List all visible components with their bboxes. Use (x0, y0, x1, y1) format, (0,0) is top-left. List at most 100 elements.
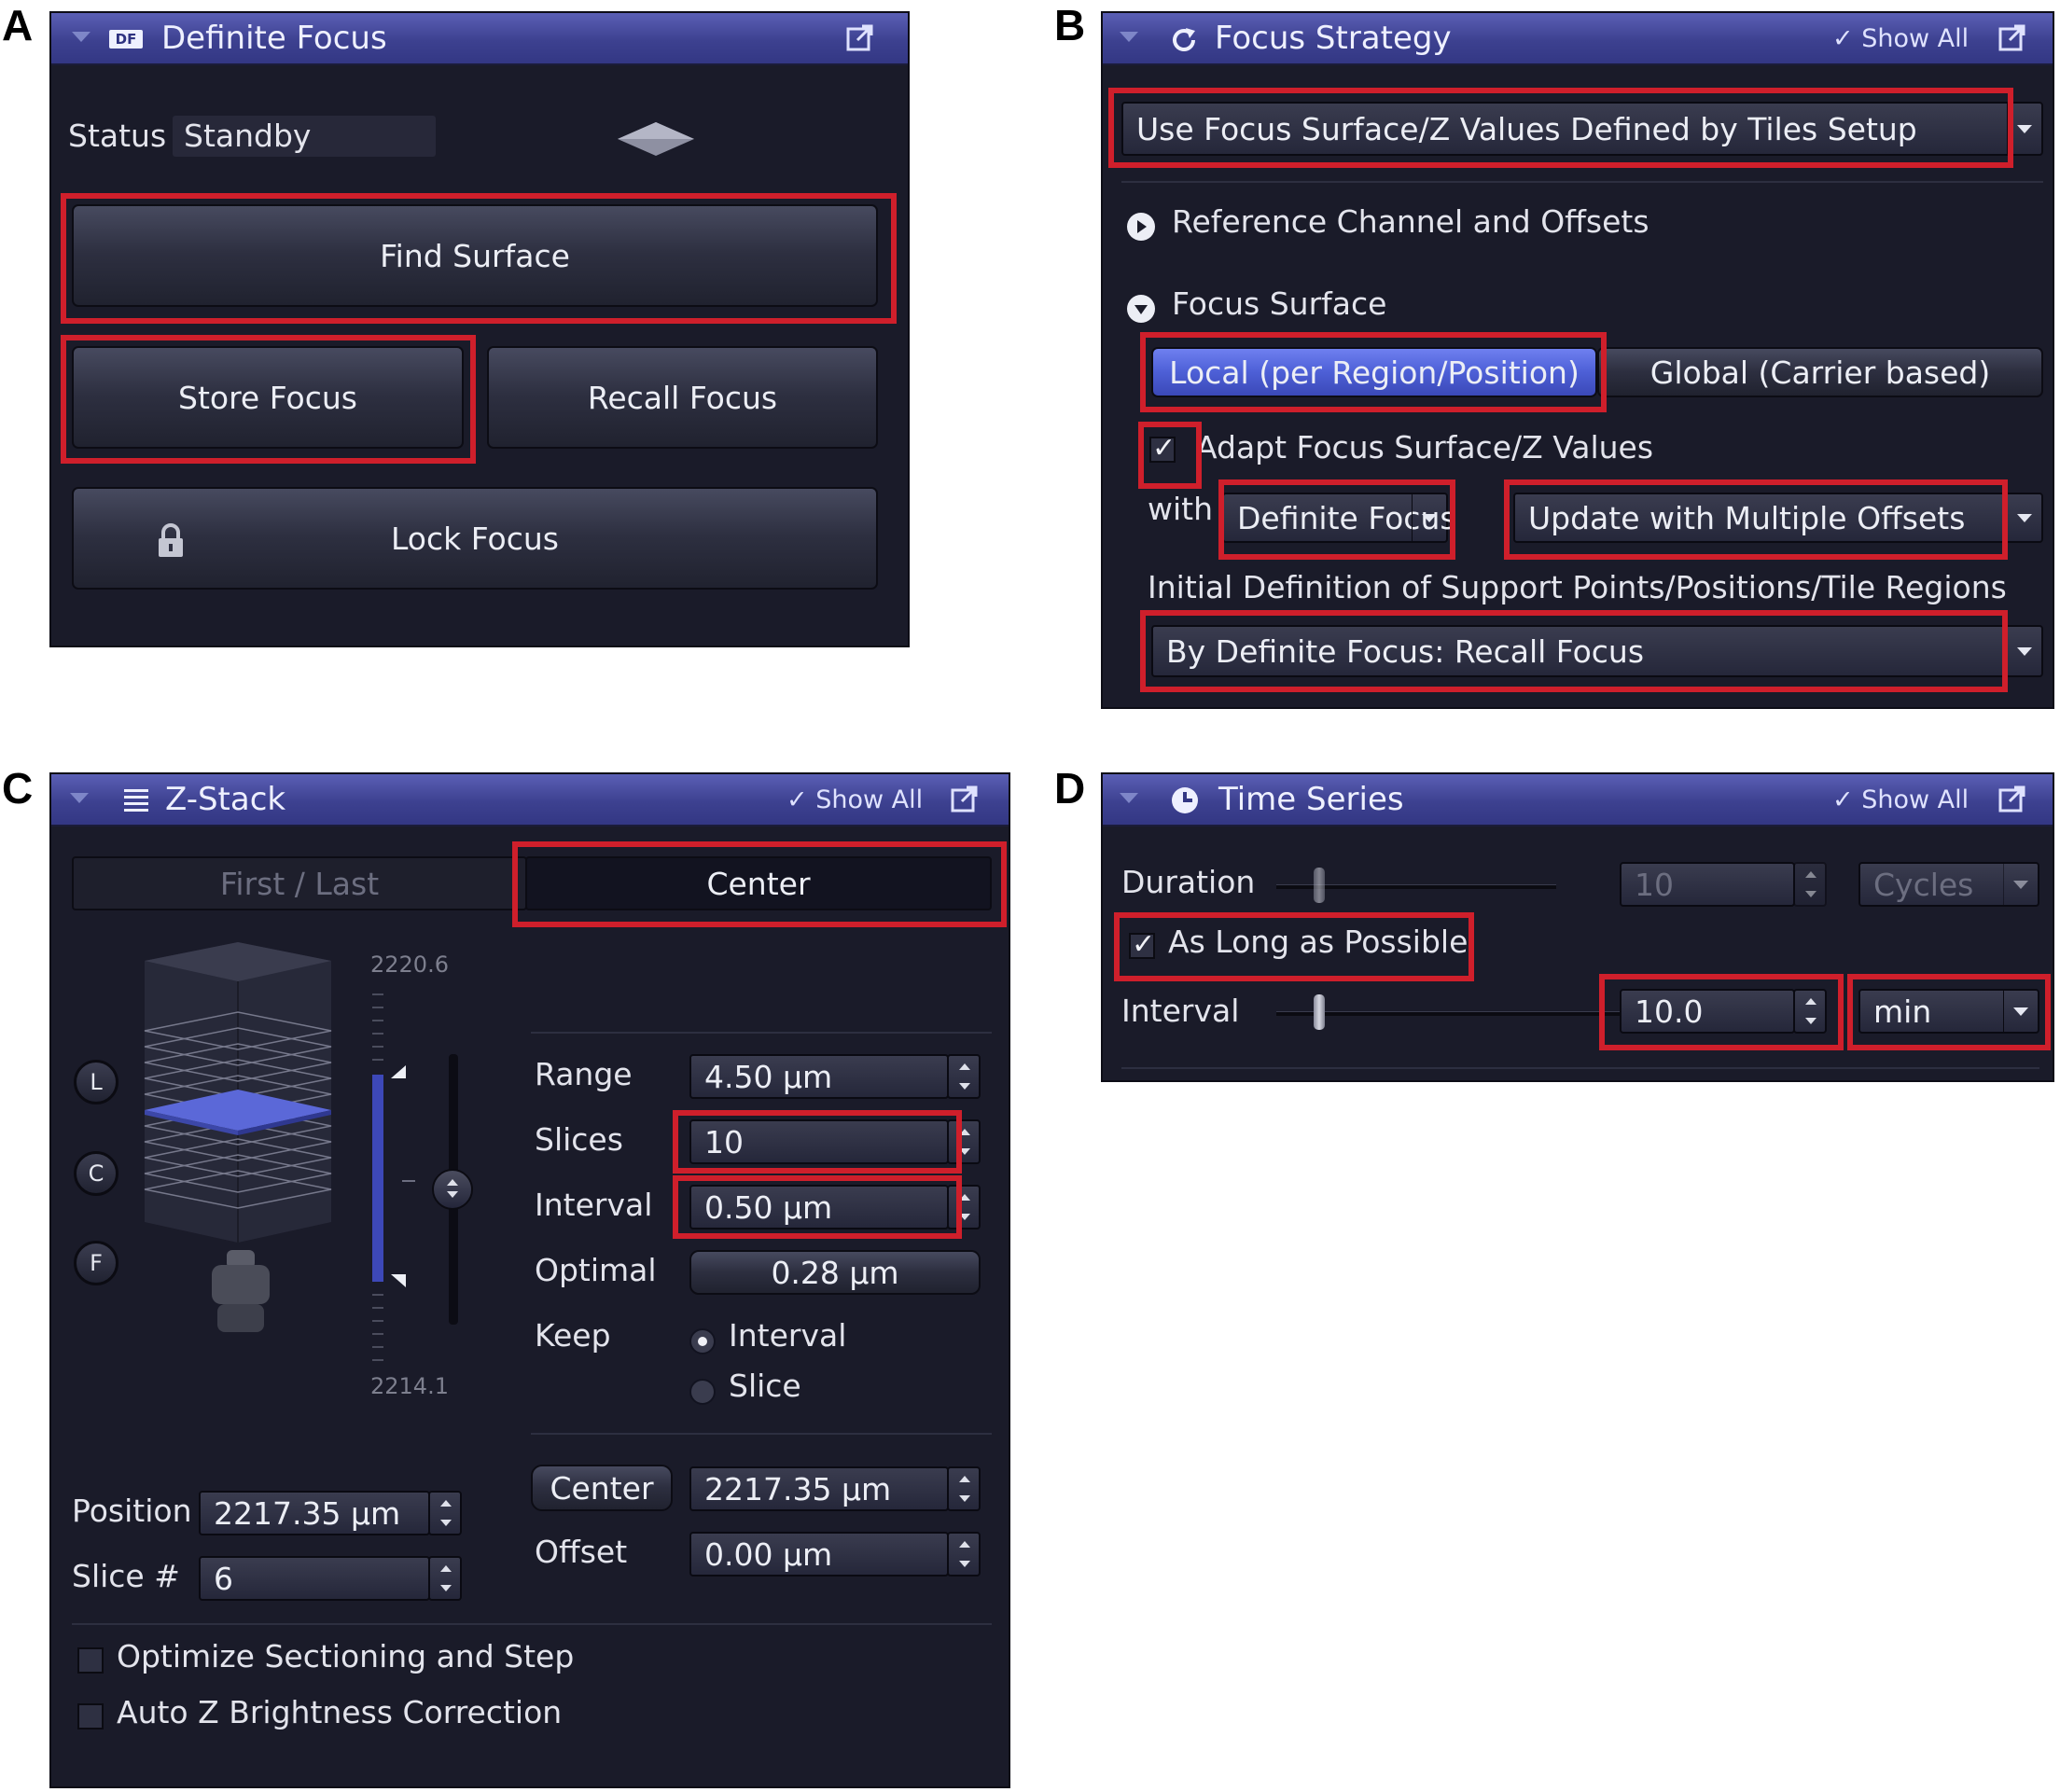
as-long-checkbox[interactable] (1129, 928, 1155, 961)
find-surface-button[interactable]: Find Surface (72, 204, 878, 307)
tab-first-last[interactable]: First / Last (72, 856, 527, 910)
auto-z-checkbox[interactable] (77, 1703, 104, 1729)
z-stack-header[interactable]: Z-Stack ✓ Show All (51, 774, 1009, 827)
interval-slider-knob[interactable] (1314, 994, 1325, 1030)
panel-label-a: A (2, 1, 34, 49)
interval-spinner[interactable] (947, 1185, 981, 1229)
diamond-icon (618, 122, 694, 156)
local-button[interactable]: Local (per Region/Position) (1151, 347, 1597, 397)
update-dropdown[interactable]: Update with Multiple Offsets (1513, 493, 2043, 543)
position-label: Position (72, 1493, 192, 1529)
lock-focus-button[interactable]: Lock Focus (72, 487, 878, 590)
collapse-icon[interactable] (1120, 793, 1138, 803)
optimal-button[interactable]: 0.28 µm (689, 1250, 981, 1295)
interval-input[interactable]: 0.50 µm (689, 1185, 949, 1229)
focus-strategy-panel: Focus Strategy ✓ Show All Use Focus Surf… (1101, 11, 2054, 709)
collapse-section-icon[interactable] (1127, 295, 1155, 323)
update-value: Update with Multiple Offsets (1528, 499, 1966, 536)
interval-label: Interval (535, 1187, 653, 1223)
show-all-toggle[interactable]: ✓ Show All (1832, 24, 1969, 53)
duration-slider-knob[interactable] (1314, 868, 1325, 903)
keep-interval-label: Interval (729, 1317, 847, 1354)
show-all-toggle[interactable]: ✓ Show All (786, 785, 923, 814)
focus-surface-section[interactable]: Focus Surface (1172, 285, 1386, 322)
keep-slice-label: Slice (729, 1368, 801, 1404)
chevron-down-icon[interactable] (2007, 494, 2041, 541)
optimize-checkbox[interactable] (77, 1647, 104, 1674)
offset-spinner[interactable] (947, 1532, 981, 1577)
strategy-value: Use Focus Surface/Z Values Defined by Ti… (1136, 110, 1917, 147)
duration-spinner[interactable] (1793, 862, 1827, 907)
global-button[interactable]: Global (Carrier based) (1597, 347, 2043, 397)
keep-interval-radio[interactable] (689, 1328, 716, 1354)
chevron-down-icon[interactable] (2003, 864, 2038, 905)
expand-icon[interactable] (1127, 213, 1155, 241)
definite-focus-header[interactable]: DF Definite Focus (51, 13, 908, 65)
center-value-input[interactable]: 2217.35 µm (689, 1466, 949, 1511)
divider (1121, 181, 2043, 183)
panel-title: Focus Strategy (1215, 20, 1452, 57)
marker-last[interactable]: L (74, 1060, 118, 1104)
status-field: Standby (173, 116, 436, 157)
keep-slice-radio[interactable] (689, 1379, 716, 1405)
range-input[interactable]: 4.50 µm (689, 1054, 949, 1099)
adapt-label: Adapt Focus Surface/Z Values (1196, 429, 1654, 465)
bottom-value: 2214.1 (370, 1373, 449, 1399)
reference-section[interactable]: Reference Channel and Offsets (1172, 203, 1649, 240)
collapse-icon[interactable] (1120, 32, 1138, 42)
time-series-header[interactable]: Time Series ✓ Show All (1103, 774, 2053, 827)
chevron-down-icon[interactable] (2007, 104, 2041, 154)
offset-input[interactable]: 0.00 µm (689, 1532, 949, 1577)
duration-unit-dropdown[interactable]: Cycles (1858, 862, 2039, 907)
as-long-label: As Long as Possible (1168, 924, 1468, 960)
interval-unit: min (1873, 993, 1932, 1030)
marker-first[interactable]: F (74, 1241, 118, 1285)
auto-z-label: Auto Z Brightness Correction (117, 1694, 563, 1730)
with-dropdown[interactable]: Definite Focus (1222, 493, 1456, 543)
slices-spinner[interactable] (947, 1119, 981, 1164)
popout-icon[interactable] (1998, 785, 2026, 813)
position-input[interactable]: 2217.35 µm (199, 1491, 430, 1535)
recall-focus-button[interactable]: Recall Focus (487, 346, 878, 449)
lock-focus-label: Lock Focus (391, 520, 559, 557)
strategy-dropdown[interactable]: Use Focus Surface/Z Values Defined by Ti… (1121, 102, 2043, 156)
interval-slider-track[interactable] (1276, 1011, 1622, 1016)
slice-number-spinner[interactable] (428, 1556, 462, 1601)
initial-dropdown[interactable]: By Definite Focus: Recall Focus (1151, 625, 2043, 677)
slices-input[interactable]: 10 (689, 1119, 949, 1164)
popout-icon[interactable] (846, 23, 874, 51)
z-range-ruler (372, 993, 415, 1361)
range-label: Range (535, 1056, 633, 1092)
center-button[interactable]: Center (531, 1465, 673, 1511)
popout-icon[interactable] (951, 785, 979, 813)
duration-input[interactable]: 10 (1620, 862, 1795, 907)
interval-input[interactable]: 10.0 (1620, 989, 1795, 1034)
interval-spinner[interactable] (1793, 989, 1827, 1034)
z-slider-knob[interactable] (432, 1169, 473, 1210)
collapse-icon[interactable] (70, 793, 89, 803)
focus-strategy-header[interactable]: Focus Strategy ✓ Show All (1103, 13, 2053, 65)
range-spinner[interactable] (947, 1054, 981, 1099)
interval-unit-dropdown[interactable]: min (1858, 989, 2039, 1034)
chevron-down-icon[interactable] (1412, 494, 1446, 541)
with-label: with (1148, 491, 1214, 527)
panel-title: Z-Stack (165, 781, 286, 818)
marker-center[interactable]: C (74, 1151, 118, 1196)
tab-center[interactable]: Center (525, 856, 992, 910)
store-focus-button[interactable]: Store Focus (72, 346, 464, 449)
show-all-toggle[interactable]: ✓ Show All (1832, 785, 1969, 814)
chevron-down-icon[interactable] (2003, 991, 2038, 1032)
slices-label: Slices (535, 1121, 623, 1158)
optimize-label: Optimize Sectioning and Step (117, 1638, 575, 1674)
divider (531, 1032, 992, 1034)
popout-icon[interactable] (1998, 23, 2026, 51)
chevron-down-icon[interactable] (2007, 627, 2041, 675)
z-stack-panel: Z-Stack ✓ Show All First / Last Center L… (49, 772, 1010, 1788)
status-label: Status (68, 118, 167, 154)
collapse-icon[interactable] (72, 32, 90, 42)
z-stack-illustration (144, 942, 332, 1332)
slice-number-input[interactable]: 6 (199, 1556, 430, 1601)
center-spinner[interactable] (947, 1466, 981, 1511)
adapt-checkbox[interactable] (1149, 432, 1176, 465)
position-spinner[interactable] (428, 1491, 462, 1535)
